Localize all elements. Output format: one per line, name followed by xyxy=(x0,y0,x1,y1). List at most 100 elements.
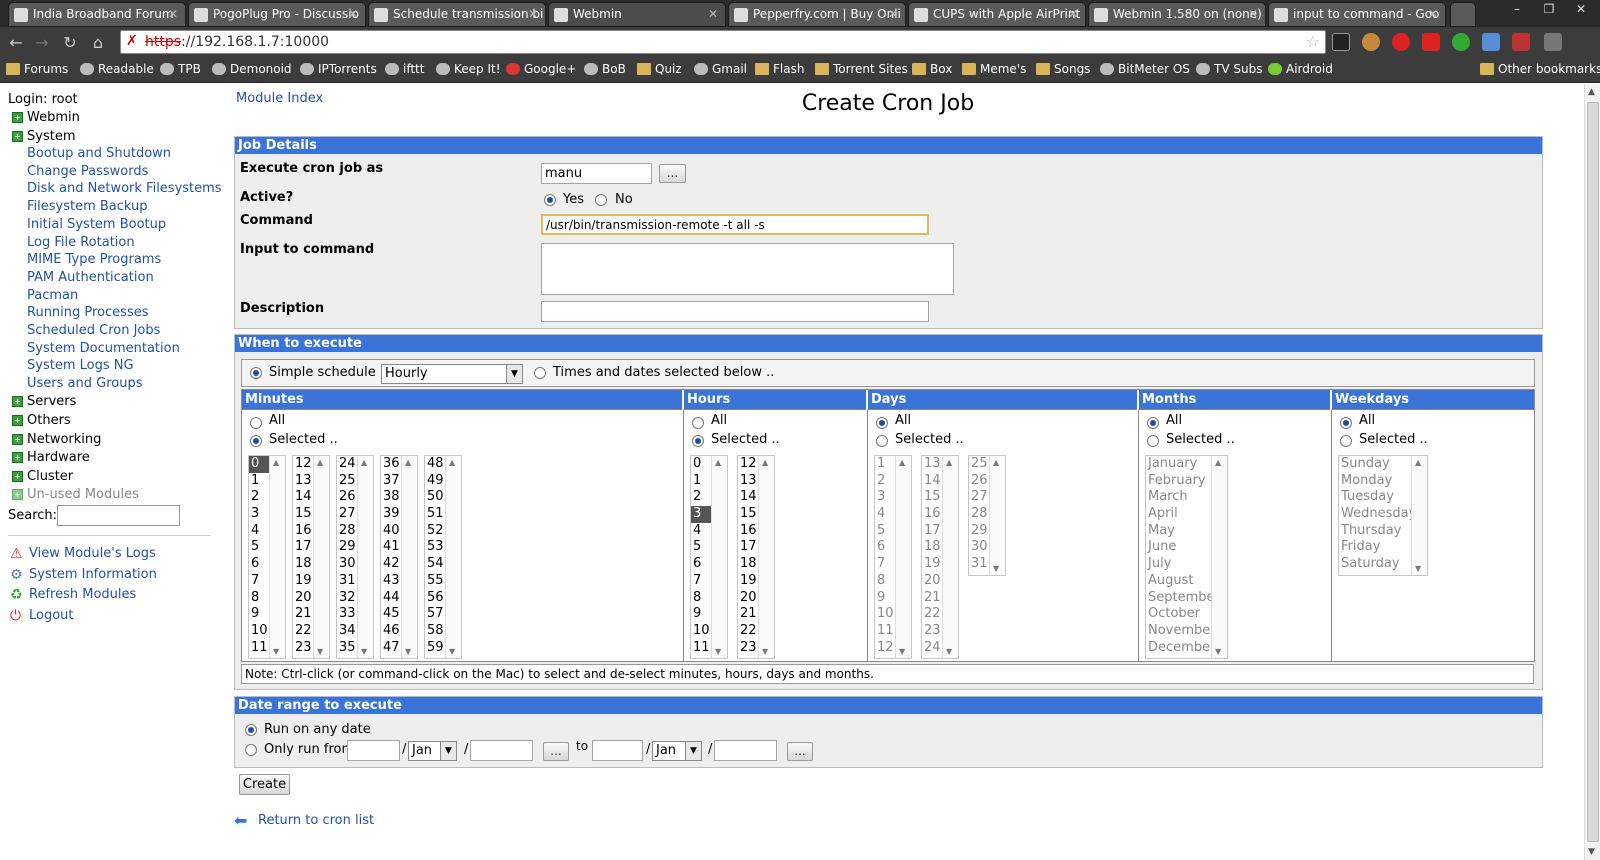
address-bar[interactable]: ✗ https://192.168.1.7:10000 ☆ xyxy=(120,30,1326,54)
logout-link[interactable]: ⏻ Logout xyxy=(10,608,74,624)
category-hardware[interactable]: Hardware xyxy=(12,450,90,465)
scroll-down-icon[interactable]: ▼ xyxy=(361,647,367,656)
minutes-list[interactable]: 0 1 2 3 4 5 6 7 8 9 10 11 ▲ ▼ xyxy=(248,455,286,660)
module-link[interactable]: Disk and Network Filesystems xyxy=(27,181,222,196)
maximize-icon[interactable]: ❐ xyxy=(1534,0,1564,18)
module-link[interactable]: Bootup and Shutdown xyxy=(27,146,171,161)
only-run-from-radio[interactable] xyxy=(245,744,257,756)
module-link[interactable]: Pacman xyxy=(27,288,78,303)
scroll-up-icon[interactable]: ▲ xyxy=(1215,458,1221,467)
close-tab-icon[interactable]: ✕ xyxy=(888,3,898,26)
extension-icon[interactable] xyxy=(1512,33,1530,51)
category-servers[interactable]: Servers xyxy=(12,394,76,409)
minutes-all-radio[interactable] xyxy=(250,417,262,429)
scroll-up-icon[interactable]: ▲ xyxy=(993,458,999,467)
module-link[interactable]: PAM Authentication xyxy=(27,270,154,285)
back-icon[interactable]: ← xyxy=(6,33,26,53)
list-scrollbar[interactable]: ▲ ▼ xyxy=(357,456,373,659)
times-dates-radio[interactable] xyxy=(534,367,546,379)
active-yes-radio[interactable] xyxy=(544,194,556,206)
close-tab-icon[interactable]: ✕ xyxy=(348,3,358,26)
list-scrollbar[interactable]: ▲ ▼ xyxy=(269,456,285,659)
scroll-down-icon[interactable]: ▼ xyxy=(946,647,952,656)
months-list[interactable]: January February March April May June July Augu… xyxy=(1145,455,1228,660)
bookmark-item[interactable]: Demonoid xyxy=(212,62,292,76)
scroll-down-icon[interactable]: ▼ xyxy=(1588,847,1595,857)
hours-list[interactable]: 12 13 14 15 16 17 18 19 20 21 22 23 ▲ ▼ xyxy=(737,455,775,660)
execute-as-input[interactable]: manu xyxy=(541,163,652,184)
bookmark-item[interactable]: Gmail xyxy=(694,62,747,76)
extension-icon[interactable] xyxy=(1422,33,1440,51)
view-logs-link[interactable]: ⚠ View Module's Logs xyxy=(10,546,156,562)
from-day-input[interactable] xyxy=(347,740,400,761)
bookmark-star-icon[interactable]: ☆ xyxy=(1306,32,1320,51)
scroll-up-icon[interactable]: ▲ xyxy=(317,458,323,467)
scroll-up-icon[interactable]: ▲ xyxy=(361,458,367,467)
description-input[interactable] xyxy=(541,301,929,322)
list-scrollbar[interactable]: ▲ ▼ xyxy=(711,456,727,659)
from-month-select[interactable]: Jan ▼ xyxy=(408,741,457,761)
close-tab-icon[interactable]: ✕ xyxy=(708,3,718,26)
days-list[interactable]: 1 2 3 4 5 6 7 8 9 10 11 12 ▲ ▼ xyxy=(874,455,912,660)
from-year-input[interactable] xyxy=(470,740,533,761)
scroll-down-icon[interactable]: ▼ xyxy=(1415,564,1421,573)
module-index-link[interactable]: Module Index xyxy=(236,91,323,106)
category-others[interactable]: Others xyxy=(12,413,71,428)
hours-all-radio[interactable] xyxy=(692,417,704,429)
extension-icon[interactable] xyxy=(1362,33,1380,51)
scroll-up-icon[interactable]: ▲ xyxy=(405,458,411,467)
bookmark-item[interactable]: Google+ xyxy=(506,62,576,76)
scroll-down-icon[interactable]: ▼ xyxy=(762,647,768,656)
list-scrollbar[interactable]: ▲ ▼ xyxy=(445,456,461,659)
months-selected-radio[interactable] xyxy=(1147,435,1159,447)
module-link[interactable]: MIME Type Programs xyxy=(27,252,161,267)
module-search-input[interactable] xyxy=(57,505,180,526)
browser-tab[interactable]: Webmin 1.580 on (none) ✕ xyxy=(1088,2,1266,27)
scroll-up-icon[interactable]: ▲ xyxy=(762,458,768,467)
list-scrollbar[interactable]: ▲ ▼ xyxy=(1411,456,1427,575)
minutes-selected-radio[interactable] xyxy=(250,435,262,447)
category-unused-modules[interactable]: Un-used Modules xyxy=(12,487,139,502)
bookmark-item[interactable]: Quiz xyxy=(637,62,682,76)
days-all-radio[interactable] xyxy=(876,417,888,429)
scroll-down-icon[interactable]: ▼ xyxy=(715,647,721,656)
input-to-command-textarea[interactable] xyxy=(541,243,954,295)
list-scrollbar[interactable]: ▲ ▼ xyxy=(758,456,774,659)
bookmark-item[interactable]: BitMeter OS xyxy=(1100,62,1190,76)
bookmark-item[interactable]: BoB xyxy=(584,62,626,76)
new-tab-button[interactable] xyxy=(1450,2,1476,27)
minimize-icon[interactable]: – xyxy=(1502,0,1532,18)
to-day-input[interactable] xyxy=(592,740,643,761)
close-tab-icon[interactable]: ✕ xyxy=(528,3,538,26)
to-date-picker-button[interactable]: ... xyxy=(787,742,813,761)
to-year-input[interactable] xyxy=(714,740,777,761)
browser-tab-active[interactable]: Webmin ✕ xyxy=(548,2,726,27)
bookmark-item[interactable]: Torrent Sites xyxy=(815,62,908,76)
category-networking[interactable]: Networking xyxy=(12,432,101,447)
extension-icon[interactable] xyxy=(1392,33,1410,51)
scroll-up-icon[interactable]: ▲ xyxy=(449,458,455,467)
weekdays-list[interactable]: Sunday Monday Tuesday Wednesday Thursday Frid… xyxy=(1338,455,1428,576)
scroll-thumb[interactable] xyxy=(1587,102,1599,842)
scroll-down-icon[interactable]: ▼ xyxy=(449,647,455,656)
module-link[interactable]: System Documentation xyxy=(27,341,180,356)
extension-icon[interactable] xyxy=(1482,33,1500,51)
command-input[interactable]: /usr/bin/transmission-remote -t all -s xyxy=(541,214,929,235)
module-link[interactable]: Filesystem Backup xyxy=(27,199,148,214)
extension-icon[interactable] xyxy=(1332,33,1350,51)
from-date-picker-button[interactable]: ... xyxy=(543,742,569,761)
scroll-down-icon[interactable]: ▼ xyxy=(405,647,411,656)
scroll-down-icon[interactable]: ▼ xyxy=(1215,647,1221,656)
reload-icon[interactable]: ↻ xyxy=(60,33,80,53)
module-link[interactable]: System Logs NG xyxy=(27,358,134,373)
bookmark-item[interactable]: Flash xyxy=(755,62,804,76)
other-bookmarks[interactable]: Other bookmarks xyxy=(1480,62,1600,76)
list-scrollbar[interactable]: ▲ ▼ xyxy=(942,456,958,659)
to-month-select[interactable]: Jan ▼ xyxy=(652,741,702,761)
scroll-up-icon[interactable]: ▲ xyxy=(946,458,952,467)
browser-tab[interactable]: Pepperfry.com | Buy Onli ✕ xyxy=(728,2,906,27)
simple-schedule-radio[interactable] xyxy=(250,367,262,379)
close-window-icon[interactable]: ✕ xyxy=(1566,0,1596,18)
list-scrollbar[interactable]: ▲ ▼ xyxy=(313,456,329,659)
bookmark-item[interactable]: TV Subs xyxy=(1196,62,1262,76)
